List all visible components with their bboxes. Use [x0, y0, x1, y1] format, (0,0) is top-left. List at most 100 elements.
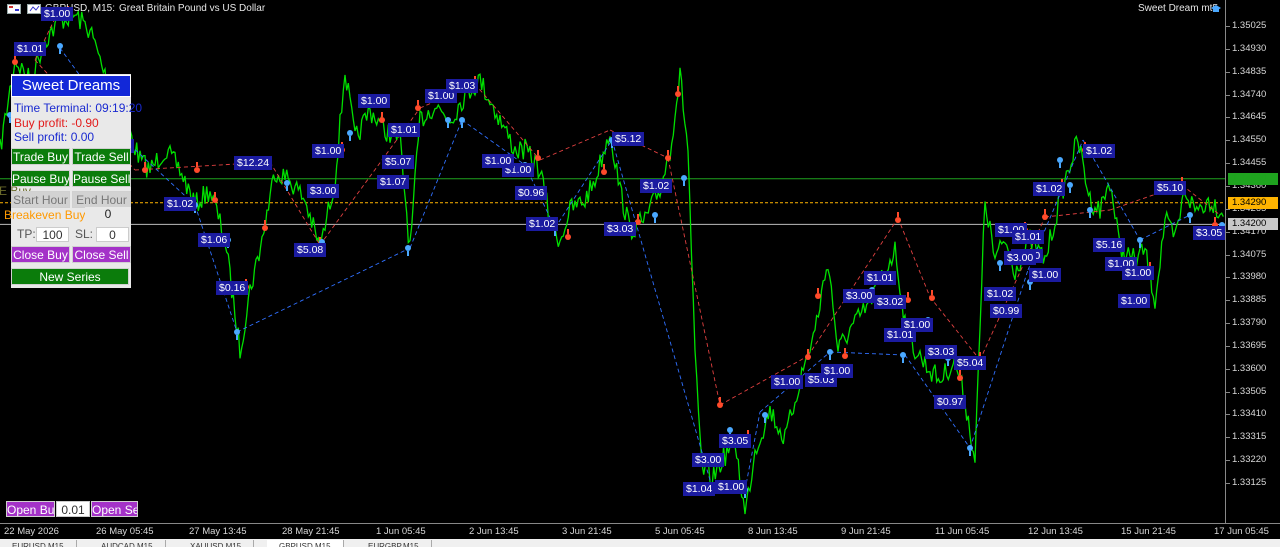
green-level-badge: 1.34390	[1228, 172, 1278, 185]
price-label: 1.33885	[1232, 294, 1267, 306]
sl-input[interactable]: 0	[96, 227, 129, 242]
price-tick	[1226, 231, 1230, 233]
sell-arrow-marker	[379, 117, 385, 123]
time-label: 22 May 2026	[4, 526, 59, 537]
price-label: 1.35025	[1232, 20, 1267, 31]
buy-arrow-marker	[681, 175, 687, 181]
close-buy-button[interactable]: Close Buy	[11, 246, 70, 263]
symbol-tab[interactable]: XAUUSD,M15	[178, 540, 255, 547]
start-hour-button[interactable]: Start Hour	[11, 191, 70, 208]
buy-arrow-marker	[236, 335, 238, 340]
buy-arrow-marker	[900, 352, 906, 358]
price-tick	[1226, 254, 1230, 256]
trade-profit-label: $5.12	[612, 132, 645, 146]
sl-label: SL:	[75, 227, 94, 241]
price-label: 1.33505	[1232, 385, 1267, 397]
end-hour-button[interactable]: End Hour	[72, 191, 131, 208]
sell-arrow-marker	[417, 100, 419, 105]
chart-window-icon	[7, 4, 21, 14]
buy-arrow-marker	[997, 260, 1003, 266]
sell-arrow-marker	[677, 86, 679, 91]
sell-arrow-marker	[603, 164, 605, 169]
buy-arrow-marker	[967, 445, 973, 451]
time-label: 2 Jun 13:45	[469, 526, 519, 537]
trade-profit-label: $1.00	[1118, 294, 1151, 308]
sell-arrow-marker	[805, 354, 811, 360]
buy-arrow-marker	[349, 136, 351, 141]
buy-arrow-marker	[727, 427, 733, 433]
buy-arrow-marker	[762, 412, 768, 418]
trade-profit-label: $1.06	[198, 233, 231, 247]
price-label: 1.34550	[1232, 134, 1267, 146]
trade-profit-label: $3.03	[925, 345, 958, 359]
pause-sell-button[interactable]: Pause Sell	[72, 170, 131, 187]
buy-arrow-marker	[234, 329, 240, 335]
trade-profit-label: $1.02	[984, 287, 1017, 301]
price-tick	[1226, 26, 1230, 27]
buy-arrow-marker	[654, 218, 656, 223]
buy-arrow-marker	[447, 123, 449, 128]
buy-arrow-marker	[405, 245, 411, 251]
ask-price-badge: 1.34200	[1228, 218, 1278, 231]
price-axis[interactable]: 1.35025 1.34930 1.34835 1.34740 1.34645 1.345…	[1225, 0, 1280, 523]
symbol-tab[interactable]: EURUSD,M15	[0, 540, 77, 547]
open-buy-button[interactable]: Open Buy	[6, 501, 55, 517]
symbol-tab[interactable]: GBPUSD,M15	[267, 540, 344, 547]
buy-arrow-marker	[445, 117, 451, 123]
panel-title[interactable]: Sweet Dreams	[11, 75, 131, 97]
price-label: 1.34835	[1232, 65, 1267, 77]
time-label: 1 Jun 05:45	[376, 526, 426, 537]
trade-buy-button[interactable]: Trade Buy	[11, 148, 70, 165]
sell-arrow-marker	[537, 150, 539, 155]
sell-arrow-marker	[675, 91, 681, 97]
price-label: 1.33220	[1232, 454, 1267, 466]
open-sell-button[interactable]: Open Sell	[91, 501, 138, 517]
sell-arrow-marker	[212, 197, 218, 203]
close-sell-button[interactable]: Close Sell	[72, 246, 131, 263]
trade-profit-label: $1.00	[715, 480, 748, 494]
trade-profit-label: $1.01	[864, 271, 897, 285]
time-label: 28 May 21:45	[282, 526, 340, 537]
trade-profit-label: $3.03	[604, 222, 637, 236]
buy-arrow-marker	[59, 49, 61, 54]
sell-arrow-marker	[194, 167, 200, 173]
buy-arrow-marker	[57, 43, 63, 49]
price-tick	[1226, 391, 1230, 393]
calendar-icon	[27, 4, 41, 14]
price-tick	[1226, 323, 1230, 325]
sell-arrow-marker	[665, 155, 671, 161]
time-label: 27 May 13:45	[189, 526, 247, 537]
sell-arrow-marker	[817, 288, 819, 293]
trade-profit-label: $5.07	[382, 155, 415, 169]
symbol-tab[interactable]: AUDCAD,M15	[89, 540, 166, 547]
buy-arrow-marker	[459, 117, 465, 123]
trade-profit-label: $5.08	[294, 243, 327, 257]
trade-sell-button[interactable]: Trade Sell	[72, 148, 131, 165]
sell-trade-line	[667, 157, 721, 406]
sell-arrow-marker	[1042, 214, 1048, 220]
chart-area[interactable]: GBPUSD, M15: Great Britain Pound vs US D…	[0, 0, 1225, 523]
price-label: 1.33125	[1232, 477, 1267, 488]
price-tick	[1226, 437, 1230, 439]
lot-size-input[interactable]: 0.01	[56, 501, 90, 517]
price-label: 1.33695	[1232, 339, 1267, 351]
buy-arrow-marker	[1189, 218, 1191, 223]
price-tick	[1226, 48, 1230, 50]
time-axis[interactable]: 22 May 2026 26 May 05:45 27 May 13:45 28 Ma…	[0, 523, 1280, 540]
breakeven-buy-label: Breakeven Buy	[4, 208, 86, 222]
trade-profit-label: $0.96	[515, 186, 548, 200]
price-tick	[1226, 414, 1230, 416]
sell-arrow-marker	[929, 295, 935, 301]
trade-profit-label: $1.01	[1012, 230, 1045, 244]
symbol-description: Great Britain Pound vs US Dollar	[119, 3, 266, 14]
breakeven-value-field[interactable]: 0	[85, 207, 131, 222]
price-tick	[1226, 208, 1230, 210]
new-series-button[interactable]: New Series	[11, 268, 129, 285]
buy-arrow-marker	[999, 266, 1001, 271]
trade-profit-label: $1.00	[358, 94, 391, 108]
price-tick	[1226, 345, 1230, 347]
buy-arrow-marker	[1057, 157, 1063, 163]
symbol-tab[interactable]: EURGBP,M15	[356, 540, 432, 547]
price-tick	[1226, 368, 1230, 370]
tp-input[interactable]: 100	[36, 227, 69, 242]
